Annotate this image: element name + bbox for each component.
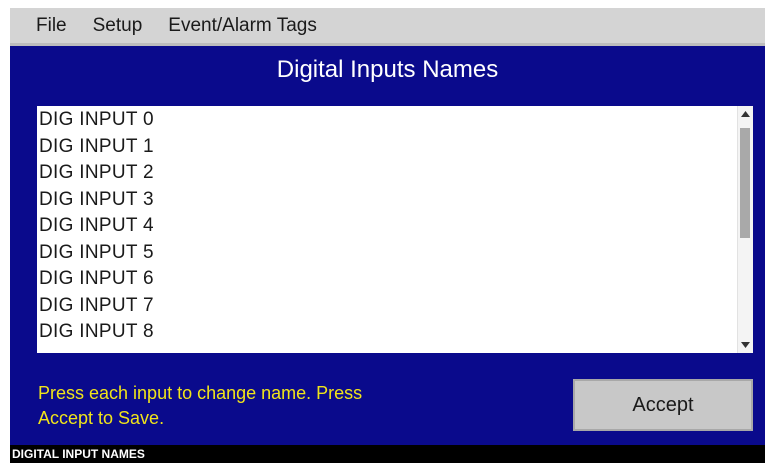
list-item-input-3[interactable]: DIG INPUT 3 xyxy=(37,186,737,213)
menu-event-alarm-tags[interactable]: Event/Alarm Tags xyxy=(168,15,317,37)
arrow-up-icon xyxy=(741,111,750,117)
input-list: DIG INPUT 0 DIG INPUT 1 DIG INPUT 2 DIG … xyxy=(37,106,753,353)
menu-setup[interactable]: Setup xyxy=(93,15,143,37)
scroll-down-button[interactable] xyxy=(738,337,753,353)
list-item-input-6[interactable]: DIG INPUT 6 xyxy=(37,265,737,292)
list-item-input-8[interactable]: DIG INPUT 8 xyxy=(37,318,737,345)
list-item-input-4[interactable]: DIG INPUT 4 xyxy=(37,212,737,239)
list-item-input-2[interactable]: DIG INPUT 2 xyxy=(37,159,737,186)
arrow-down-icon xyxy=(741,342,750,348)
input-list-items: DIG INPUT 0 DIG INPUT 1 DIG INPUT 2 DIG … xyxy=(37,106,737,345)
scroll-up-button[interactable] xyxy=(738,106,753,122)
instructions-text: Press each input to change name. Press A… xyxy=(38,381,528,431)
instructions-line-2: Accept to Save. xyxy=(38,408,165,428)
list-item-input-1[interactable]: DIG INPUT 1 xyxy=(37,133,737,160)
status-bar: DIGITAL INPUT NAMES xyxy=(10,445,765,463)
scrollbar-thumb[interactable] xyxy=(740,128,750,238)
instructions-line-1: Press each input to change name. Press xyxy=(38,383,363,403)
list-item-input-7[interactable]: DIG INPUT 7 xyxy=(37,292,737,319)
page-title: Digital Inputs Names xyxy=(276,56,499,83)
list-item-input-0[interactable]: DIG INPUT 0 xyxy=(37,106,737,133)
accept-button[interactable]: Accept xyxy=(573,379,753,431)
menu-bar: File Setup Event/Alarm Tags xyxy=(10,8,765,46)
menu-file[interactable]: File xyxy=(36,15,67,37)
list-item-input-5[interactable]: DIG INPUT 5 xyxy=(37,239,737,266)
main-panel: Digital Inputs Names DIG INPUT 0 DIG INP… xyxy=(10,46,765,445)
list-scrollbar[interactable] xyxy=(737,106,753,353)
